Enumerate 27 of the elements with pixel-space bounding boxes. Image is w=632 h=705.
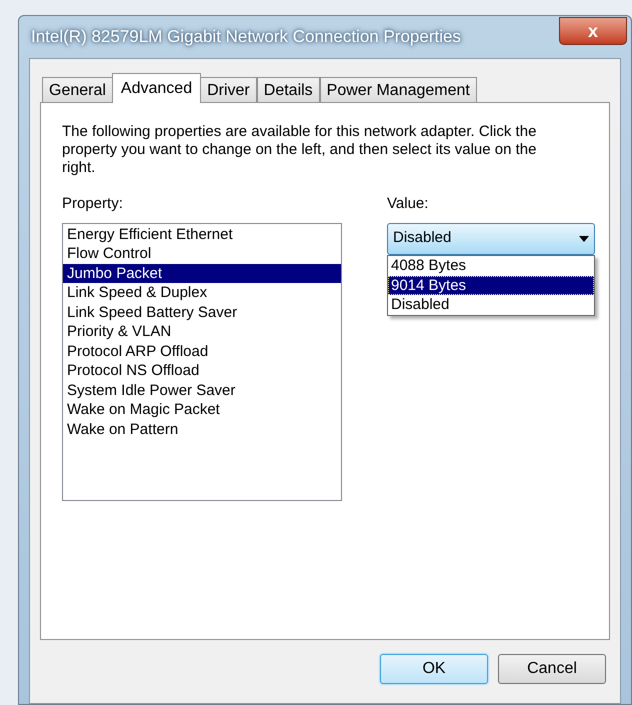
list-item[interactable]: Protocol NS Offload [63,361,341,380]
cancel-button[interactable]: Cancel [498,654,606,684]
ok-button[interactable]: OK [380,654,488,684]
window-title: Intel(R) 82579LM Gigabit Network Connection Properties [31,26,461,48]
list-item[interactable]: Wake on Magic Packet [63,400,341,420]
description-text: The following properties are available for this network adapter. Click the property you want to change on the left, and then select its value on the right. [62,123,538,177]
list-item[interactable]: Link Speed & Duplex [63,283,341,302]
list-item[interactable]: Priority & VLAN [63,322,341,342]
list-item[interactable]: System Idle Power Saver [63,380,341,400]
list-item[interactable]: Jumbo Packet [63,264,341,283]
dropdown-option[interactable]: Disabled [388,295,594,314]
value-dropdown[interactable]: Disabled [387,222,595,254]
tab[interactable]: Power Management [320,77,477,103]
caret-icon [579,236,589,242]
tab[interactable]: General [42,77,113,103]
tab[interactable]: Driver [200,77,257,103]
list-item[interactable]: Link Speed Battery Saver [63,302,341,322]
dropdown-option[interactable]: 9014 Bytes [388,276,594,295]
tab[interactable]: Advanced [112,73,202,103]
tab[interactable]: Details [256,77,320,103]
list-item[interactable]: Protocol ARP Offload [63,342,341,361]
list-item[interactable]: Flow Control [63,244,341,264]
property-label: Property: [62,194,124,214]
dropdown-option[interactable]: 4088 Bytes [388,256,594,276]
value-label: Value: [387,194,430,214]
list-item[interactable]: Energy Efficient Ethernet [63,224,341,244]
list-item[interactable]: Wake on Pattern [63,420,341,439]
